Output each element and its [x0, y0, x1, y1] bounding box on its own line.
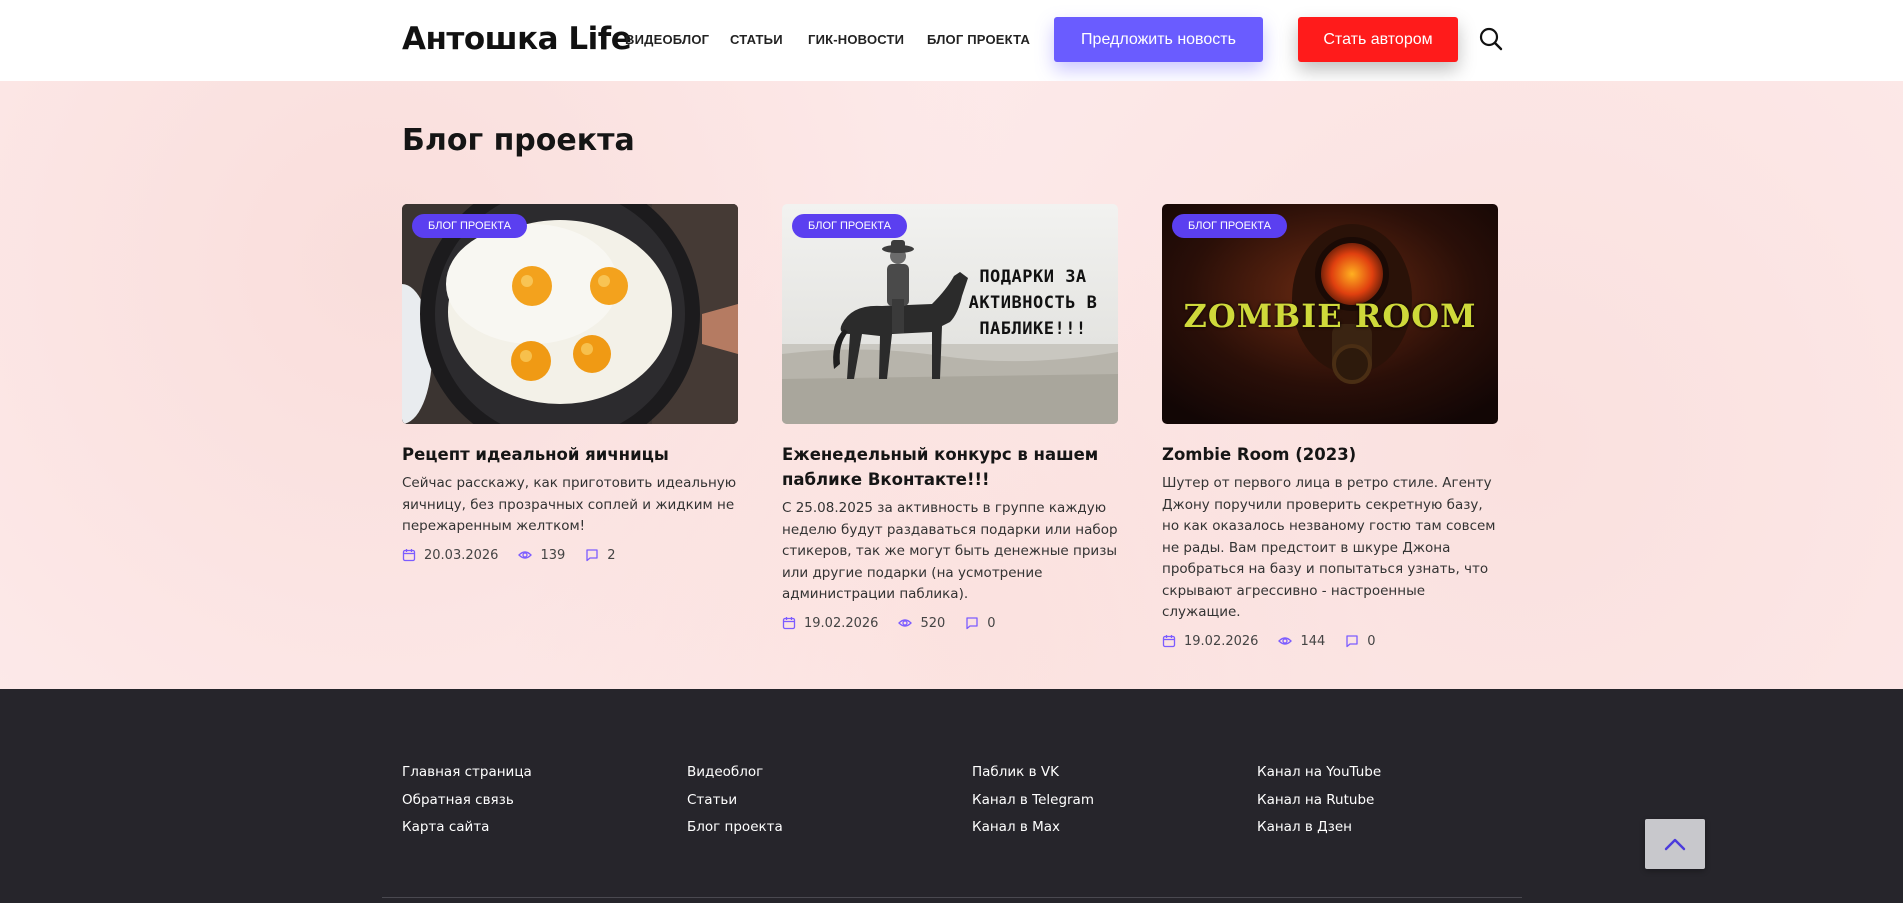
- image-caption: ZOMBIE ROOM: [1183, 297, 1477, 335]
- image-caption: ПОДАРКИ ЗА АКТИВНОСТЬ В ПАБЛИКЕ!!!: [968, 267, 1098, 339]
- footer-column-video: Канал на YouTube Канал на Rutube Канал в…: [1257, 759, 1381, 842]
- eye-icon: [898, 619, 913, 627]
- comments-meta[interactable]: 2: [585, 547, 616, 563]
- footer-link-max[interactable]: Канал в Max: [972, 814, 1094, 842]
- footer-link-sitemap[interactable]: Карта сайта: [402, 814, 532, 842]
- comments-meta[interactable]: 0: [965, 615, 996, 631]
- article-image[interactable]: ПОДАРКИ ЗА АКТИВНОСТЬ В ПАБЛИКЕ!!! Блог …: [782, 204, 1118, 424]
- article-card: ПОДАРКИ ЗА АКТИВНОСТЬ В ПАБЛИКЕ!!! Блог …: [782, 204, 1118, 631]
- chevron-up-icon: [1664, 838, 1686, 851]
- article-image[interactable]: Блог проекта: [402, 204, 738, 424]
- article-title[interactable]: Zombie Room (2023): [1162, 442, 1498, 467]
- comment-icon: [586, 549, 598, 562]
- views-meta: 144: [1278, 634, 1325, 649]
- search-icon[interactable]: [1478, 26, 1504, 52]
- category-badge[interactable]: Блог проекта: [1172, 214, 1287, 238]
- nav-project-blog[interactable]: Блог проекта: [927, 32, 1030, 47]
- footer-column-social: Паблик в VK Канал в Telegram Канал в Max: [972, 759, 1094, 842]
- footer-divider: [382, 897, 1522, 898]
- calendar-icon: [402, 549, 416, 562]
- become-author-button[interactable]: Стать автором: [1298, 17, 1458, 62]
- views-meta: 520: [898, 616, 945, 631]
- footer-link-vk[interactable]: Паблик в VK: [972, 759, 1094, 787]
- nav-videoblog[interactable]: Видеоблог: [625, 32, 709, 47]
- scroll-to-top-button[interactable]: [1645, 819, 1705, 869]
- article-excerpt: Сейчас расскажу, как приготовить идеальн…: [402, 475, 737, 534]
- footer-link-articles[interactable]: Статьи: [687, 787, 783, 815]
- site-logo[interactable]: Антошка Life: [402, 21, 632, 57]
- article-meta: 19.02.2026 520 0: [782, 616, 1118, 631]
- article-comments: 0: [987, 615, 996, 631]
- footer-column-main: Главная страница Обратная связь Карта са…: [402, 759, 532, 842]
- eye-icon: [518, 551, 533, 559]
- date-meta: 20.03.2026: [402, 548, 498, 563]
- article-card: ZOMBIE ROOM Блог проекта Zombie Room (20…: [1162, 204, 1498, 649]
- calendar-icon: [1162, 635, 1176, 648]
- comment-icon: [966, 617, 978, 630]
- article-date: 20.03.2026: [424, 547, 499, 563]
- nav-articles[interactable]: Статьи: [730, 32, 783, 47]
- article-views: 139: [540, 547, 566, 563]
- article-excerpt: Шутер от первого лица в ретро стиле. Аге…: [1162, 475, 1496, 620]
- footer-link-videoblog[interactable]: Видеоблог: [687, 759, 783, 787]
- article-date: 19.02.2026: [1184, 633, 1259, 649]
- page-title: Блог проекта: [402, 123, 635, 158]
- article-image[interactable]: ZOMBIE ROOM Блог проекта: [1162, 204, 1498, 424]
- category-badge[interactable]: Блог проекта: [792, 214, 907, 238]
- eye-icon: [1278, 637, 1293, 645]
- footer-link-project-blog[interactable]: Блог проекта: [687, 814, 783, 842]
- article-meta: 19.02.2026 144 0: [1162, 634, 1498, 649]
- date-meta: 19.02.2026: [1162, 634, 1258, 649]
- nav-geek-news[interactable]: Гик-новости: [808, 32, 904, 47]
- article-title[interactable]: Еженедельный конкурс в нашем паблике Вко…: [782, 442, 1118, 492]
- comment-icon: [1346, 635, 1358, 648]
- date-meta: 19.02.2026: [782, 616, 878, 631]
- article-views: 520: [920, 615, 946, 631]
- article-comments: 0: [1367, 633, 1376, 649]
- article-views: 144: [1300, 633, 1326, 649]
- footer-column-sections: Видеоблог Статьи Блог проекта: [687, 759, 783, 842]
- comments-meta[interactable]: 0: [1345, 633, 1376, 649]
- article-card: Блог проекта Рецепт идеальной яичницы Се…: [402, 204, 738, 563]
- footer-link-rutube[interactable]: Канал на Rutube: [1257, 787, 1381, 815]
- article-date: 19.02.2026: [804, 615, 879, 631]
- site-footer: Главная страница Обратная связь Карта са…: [0, 689, 1903, 903]
- footer-link-dzen[interactable]: Канал в Дзен: [1257, 814, 1381, 842]
- footer-link-feedback[interactable]: Обратная связь: [402, 787, 532, 815]
- article-comments: 2: [607, 547, 616, 563]
- footer-link-youtube[interactable]: Канал на YouTube: [1257, 759, 1381, 787]
- calendar-icon: [782, 617, 796, 630]
- footer-link-telegram[interactable]: Канал в Telegram: [972, 787, 1094, 815]
- site-header: Антошка Life Видеоблог Статьи Гик-новост…: [0, 0, 1903, 81]
- views-meta: 139: [518, 548, 565, 563]
- category-badge[interactable]: Блог проекта: [412, 214, 527, 238]
- main-content: Блог проекта Блог проекта Рецепт идеальн…: [0, 81, 1903, 689]
- footer-link-home[interactable]: Главная страница: [402, 759, 532, 787]
- suggest-news-button[interactable]: Предложить новость: [1054, 17, 1263, 62]
- article-meta: 20.03.2026 139 2: [402, 548, 738, 563]
- article-title[interactable]: Рецепт идеальной яичницы: [402, 442, 738, 467]
- article-excerpt: С 25.08.2025 за активность в группе кажд…: [782, 500, 1118, 602]
